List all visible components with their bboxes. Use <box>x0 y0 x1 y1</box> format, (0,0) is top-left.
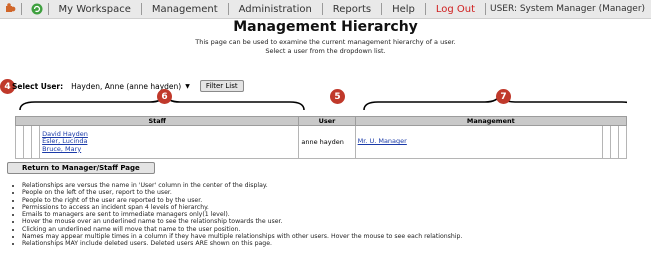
page-description: This page can be used to examine the cur… <box>0 38 651 56</box>
chevron-down-icon: ▼ <box>185 82 190 90</box>
management-level-cell <box>601 125 611 159</box>
list-item: Hover the mouse over an underlined name … <box>22 218 462 225</box>
management-level-cell <box>609 125 619 159</box>
list-item: Relationships MAY include deleted users.… <box>22 240 462 247</box>
management-level-cell <box>617 125 628 159</box>
user-column-header: User <box>298 116 356 126</box>
page-title: Management Hierarchy <box>233 19 418 35</box>
list-item: People on the left of the user, report t… <box>22 189 462 196</box>
staff-level-cell <box>23 125 33 159</box>
nav-help[interactable]: Help <box>386 4 421 15</box>
staff-link[interactable]: Bruce, Mary <box>42 145 296 154</box>
toolbar-divider <box>424 3 426 15</box>
toolbar-divider <box>485 3 486 15</box>
nav-my-workspace[interactable]: My Workspace <box>52 4 136 15</box>
current-user-label: USER: System Manager (Manager) <box>489 4 646 14</box>
refresh-icon[interactable] <box>30 2 43 16</box>
nav-management[interactable]: Management <box>146 4 224 15</box>
list-item: Emails to managers are sent to immediate… <box>22 211 462 218</box>
notes-list: Relationships are versus the name in 'Us… <box>10 182 462 248</box>
annotation-braces <box>19 93 627 111</box>
toolbar-divider <box>140 3 142 15</box>
puzzle-icon[interactable] <box>4 2 17 16</box>
toolbar-divider <box>381 3 383 15</box>
toolbar-divider <box>321 3 323 15</box>
staff-column-header: Staff <box>14 116 300 126</box>
list-item: Clicking an underlined name will move th… <box>22 226 462 233</box>
annotation-badge-5: 5 <box>330 89 345 104</box>
top-toolbar: My Workspace Management Administration R… <box>0 0 651 19</box>
filter-row: Select User: Hayden, Anne (anne hayden) … <box>0 79 244 93</box>
toolbar-divider <box>47 3 49 15</box>
staff-level-cell <box>31 125 41 159</box>
user-select[interactable]: Hayden, Anne (anne hayden) ▼ <box>69 82 192 91</box>
description-line-1: This page can be used to examine the cur… <box>195 38 456 46</box>
toolbar-divider <box>21 3 23 15</box>
list-item: Permissions to access an incident span 4… <box>22 204 462 211</box>
annotation-badge-7: 7 <box>496 89 511 104</box>
hierarchy-table: Staff User Management David Hayden Esler… <box>14 116 628 159</box>
staff-level-cell <box>14 125 25 159</box>
select-user-label: Select User: <box>12 81 64 91</box>
table-header-row: Staff User Management <box>14 116 628 126</box>
annotation-badge-6: 6 <box>157 89 172 104</box>
list-item: Relationships are versus the name in 'Us… <box>22 182 462 189</box>
table-row: David Hayden Esler, Lucinda Bruce, Mary … <box>14 125 628 159</box>
return-to-manager-staff-button[interactable]: Return to Manager/Staff Page <box>7 162 155 174</box>
description-line-2: Select a user from the dropdown list. <box>265 47 386 55</box>
management-column-header: Management <box>354 116 628 126</box>
nav-log-out[interactable]: Log Out <box>430 4 481 15</box>
filter-list-button[interactable]: Filter List <box>199 80 244 92</box>
toolbar-divider <box>227 3 229 15</box>
management-cell: Mr. U. Manager <box>354 125 603 159</box>
staff-cell: David Hayden Esler, Lucinda Bruce, Mary <box>39 125 300 159</box>
manager-link[interactable]: Mr. U. Manager <box>358 138 600 146</box>
user-cell: anne hayden <box>298 125 356 159</box>
list-item: Names may appear multiple times in a col… <box>22 233 462 240</box>
nav-reports[interactable]: Reports <box>327 4 377 15</box>
nav-administration[interactable]: Administration <box>233 4 318 15</box>
list-item: People to the right of the user are repo… <box>22 197 462 204</box>
